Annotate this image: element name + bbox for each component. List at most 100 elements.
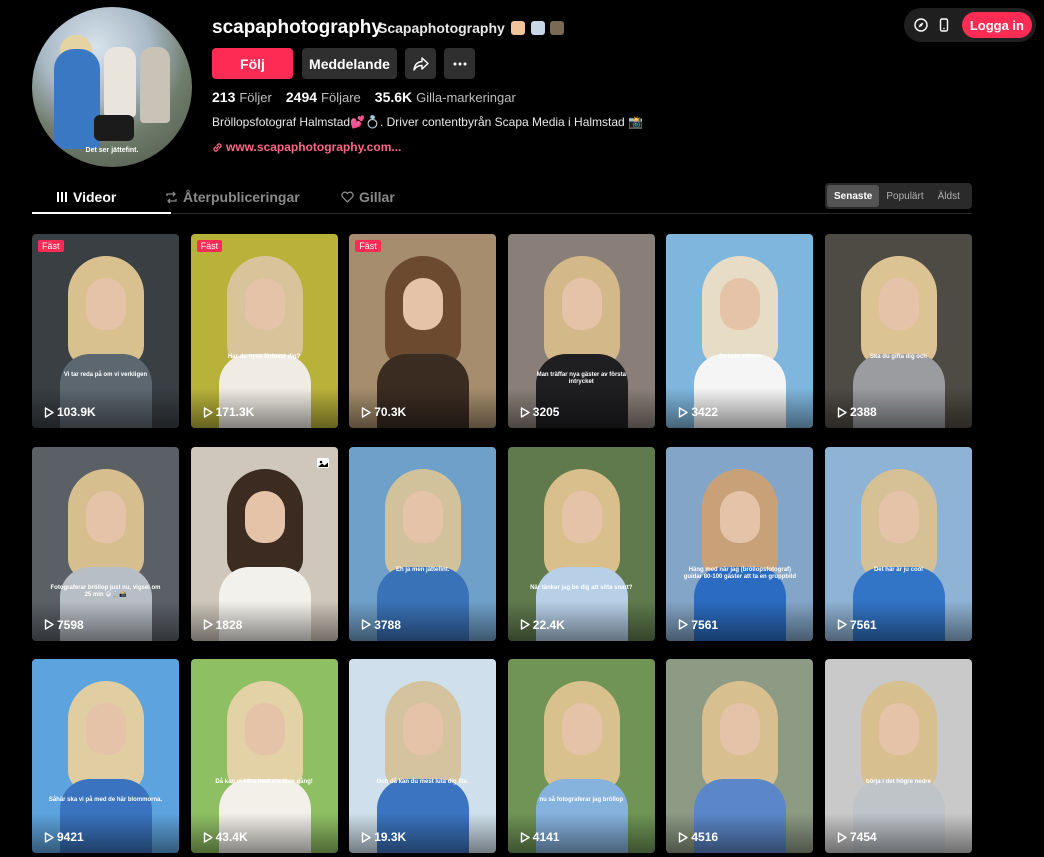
video-view-count: 2388 (849, 405, 877, 419)
video-grid: Vi tar reda på om vi verkligen Fäst 103.9K… (32, 234, 972, 853)
video-views: 1828 (203, 618, 242, 632)
play-icon (837, 406, 847, 418)
pinned-badge: Fäst (355, 240, 381, 252)
video-view-count: 7454 (849, 830, 877, 844)
video-views: 171.3K (203, 405, 255, 419)
video-caption: Ska du gifta dig och (869, 354, 927, 360)
tab-likes[interactable]: Gillar (341, 189, 395, 205)
video-caption: Vi tar reda på om vi verkligen (63, 372, 148, 378)
video-thumbnail[interactable]: 1828 (190, 446, 338, 641)
profile-stats: 213 Följer 2494 Följare 35.6K Gilla-markeri… (212, 89, 516, 105)
video-view-count: 7598 (57, 617, 84, 632)
stat-following-value: 213 (212, 89, 236, 105)
profile-link-text: www.scapaphotography.com... (226, 140, 402, 154)
sort-oldest[interactable]: Äldst (931, 185, 967, 207)
video-view-count: 7561 (691, 617, 719, 632)
play-icon (203, 831, 213, 843)
video-thumbnail[interactable]: Eh ja men jättefint. 3788 (349, 446, 497, 641)
share-button[interactable] (405, 48, 436, 79)
sort-latest[interactable]: Senaste (827, 185, 880, 207)
video-thumbnail[interactable]: Fotograferar bröllop just nu, vigsel om … (32, 446, 179, 641)
more-dots-icon (453, 62, 466, 65)
nickname: Scapaphotography (378, 20, 565, 36)
video-views: 4516 (678, 830, 718, 844)
video-caption: Då kan vi köra med era liten gång! (215, 779, 313, 785)
video-views: 7454 (837, 830, 877, 844)
video-thumbnail[interactable]: Se hela videon 3422 (666, 234, 814, 428)
play-icon (679, 406, 689, 418)
video-view-count: 19.3K (374, 830, 407, 844)
video-views: 3788 (361, 618, 401, 632)
video-caption: börja i det högre nedre (865, 779, 931, 785)
video-views: 43.4K (203, 830, 248, 844)
login-button[interactable]: Logga in (961, 12, 1032, 38)
video-views: 3205 (520, 405, 560, 419)
video-thumbnail[interactable]: Då kan vi köra med era liten gång! 43.4K (190, 659, 338, 853)
video-view-count: 22.4K (532, 617, 565, 632)
video-view-count: 7561 (849, 617, 877, 632)
video-view-count: 43.4K (215, 830, 248, 844)
play-icon (520, 406, 530, 418)
video-view-count: 70.3K (374, 405, 407, 419)
stat-followers[interactable]: 2494 Följare (286, 89, 361, 105)
video-view-count: 3205 (532, 405, 560, 419)
video-thumbnail[interactable]: Fäst 70.3K (349, 234, 497, 428)
video-thumbnail[interactable]: Och då kan du mest luta dig lite. 19.3K (349, 659, 497, 853)
video-thumbnail[interactable]: Man träffar nya gäster av första intryck… (507, 234, 655, 428)
top-right-controls: Logga in (904, 8, 1036, 42)
stat-following-label: Följer (239, 90, 272, 105)
video-views: 2388 (837, 405, 877, 419)
stat-following[interactable]: 213 Följer (212, 89, 272, 105)
tab-likes-label: Gillar (359, 189, 395, 205)
play-icon (837, 619, 847, 630)
grid-icon (57, 192, 67, 202)
play-icon (361, 406, 371, 418)
link-icon (213, 142, 222, 152)
video-caption: Man träffar nya gäster av första intryck… (536, 372, 626, 386)
active-tab-underline (32, 212, 171, 214)
video-view-count: 171.3K (215, 405, 255, 419)
profile-link[interactable]: www.scapaphotography.com... (212, 140, 401, 154)
video-thumbnail[interactable]: Såhär ska vi på med de här blommorna. 942… (32, 659, 179, 853)
play-icon (520, 619, 530, 630)
tab-reposts[interactable]: Återpubliceringar (165, 189, 300, 205)
video-views: 9421 (44, 830, 84, 844)
ring-emoji-icon (530, 21, 545, 35)
video-thumbnail[interactable]: 4516 (666, 659, 814, 853)
video-caption: nu så fotograferar jag bröllop (539, 797, 624, 803)
compass-icon[interactable] (912, 13, 931, 37)
video-thumbnail[interactable]: nu så fotograferar jag bröllop 4141 (507, 659, 655, 853)
video-thumbnail[interactable]: Vi tar reda på om vi verkligen Fäst 103.9K (32, 234, 179, 428)
video-view-count: 4141 (532, 830, 560, 844)
photo-icon (316, 457, 329, 468)
video-views: 7561 (678, 618, 718, 632)
play-icon (203, 406, 213, 418)
video-thumbnail[interactable]: Ska du gifta dig och 2388 (824, 234, 972, 428)
stat-likes-label: Gilla-markeringar (416, 90, 516, 105)
play-icon (679, 831, 689, 843)
sort-popular[interactable]: Populärt (879, 185, 930, 207)
profile-bio: Bröllopsfotograf Halmstad💕💍. Driver cont… (212, 115, 643, 129)
stat-likes-value: 35.6K (374, 89, 413, 105)
avatar[interactable]: Det ser jättefint. (32, 7, 192, 167)
play-icon (203, 619, 213, 630)
video-caption: Har du nyss förlovat dig? (227, 354, 301, 360)
message-button[interactable]: Meddelande (302, 48, 397, 79)
pinned-badge: Fäst (38, 240, 64, 252)
play-icon (679, 619, 689, 630)
video-thumbnail[interactable]: Har du nyss förlovat dig? Fäst 171.3K (190, 234, 338, 428)
play-icon (837, 831, 847, 843)
stat-likes: 35.6K Gilla-markeringar (375, 89, 516, 105)
more-options-button[interactable] (444, 48, 475, 79)
video-thumbnail[interactable]: börja i det högre nedre 7454 (824, 659, 972, 853)
video-thumbnail[interactable]: Det här är ju cool 7561 (824, 446, 972, 641)
phone-icon[interactable] (935, 13, 954, 37)
video-view-count: 9421 (57, 830, 84, 844)
video-caption: Och då kan du mest luta dig lite. (376, 779, 469, 785)
follow-button[interactable]: Följ (212, 48, 293, 79)
video-thumbnail[interactable]: När tänker jag be dig att sitta snart? 22… (507, 446, 655, 641)
tab-videos[interactable]: Videor (56, 189, 116, 205)
video-thumbnail[interactable]: Häng med när jag (bröllopsfotograf) guid… (666, 446, 814, 641)
video-views: 70.3K (361, 405, 406, 419)
video-views: 22.4K (520, 618, 565, 632)
